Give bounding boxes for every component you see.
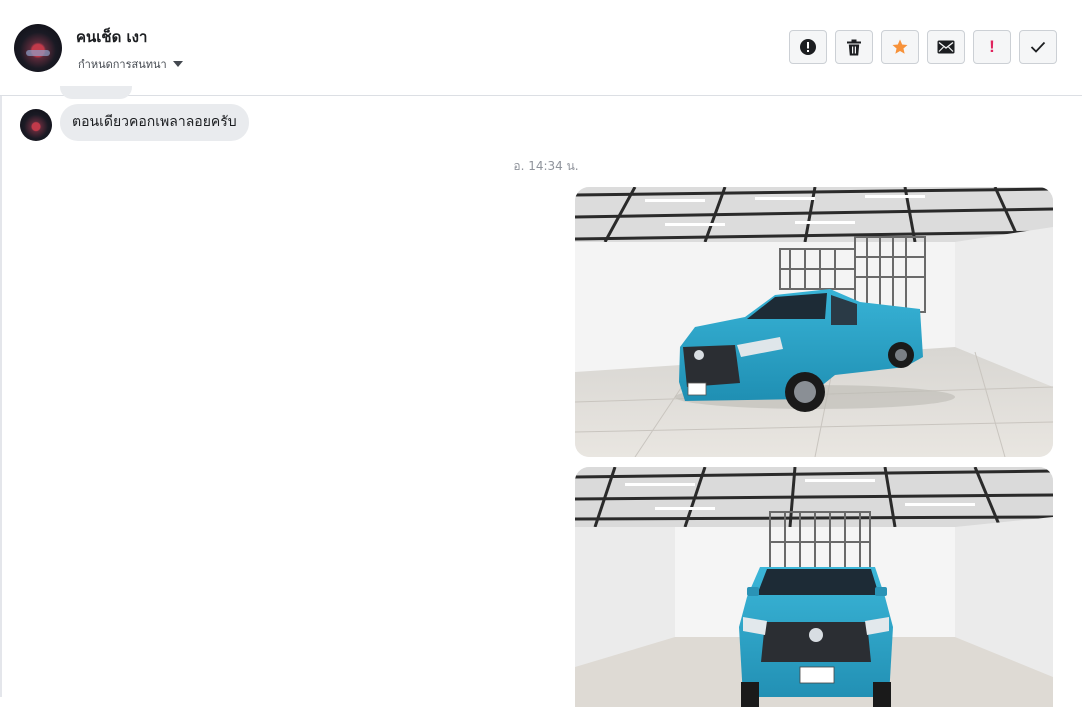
incoming-message-bubble[interactable]: ตอนเดียวคอกเพลาลอยครับ [60,104,249,141]
conversation-toolbar: ! [789,30,1057,64]
conversation-settings-dropdown[interactable]: กำหนดการสนทนา [78,55,183,73]
mark-unread-button[interactable] [927,30,965,64]
mail-icon [937,40,955,54]
message-timestamp: อ. 14:34 น. [513,159,579,173]
truck-photo-1-image [575,187,1053,457]
trash-icon [847,39,861,55]
conversation-settings-label: กำหนดการสนทนา [78,58,167,71]
previous-message-bubble [60,86,132,99]
chevron-down-icon [172,61,183,67]
truck-photo-2[interactable] [575,467,1053,707]
delete-button[interactable] [835,30,873,64]
exclamation-icon: ! [989,37,995,56]
panel-divider [0,96,2,697]
report-button[interactable] [789,30,827,64]
truck-photo-1[interactable] [575,187,1053,457]
truck-photo-2-image [575,467,1053,707]
star-button[interactable] [881,30,919,64]
check-icon [1030,41,1046,53]
contact-avatar[interactable] [14,24,62,72]
conversation-header: คนเช็ด เงา กำหนดการสนทนา ! [0,0,1082,96]
sender-avatar[interactable] [20,109,52,141]
alert-circle-icon [800,39,816,55]
mark-important-button[interactable]: ! [973,30,1011,64]
star-icon [892,39,908,54]
contact-name[interactable]: คนเช็ด เงา [76,25,147,49]
mark-done-button[interactable] [1019,30,1057,64]
